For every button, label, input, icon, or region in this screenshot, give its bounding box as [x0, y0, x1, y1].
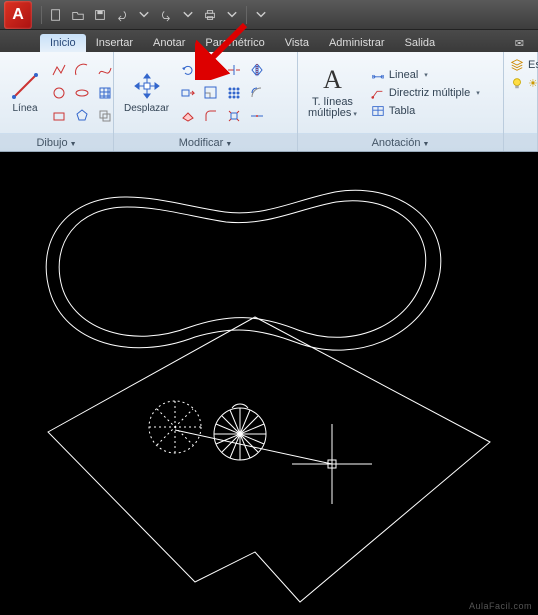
linear-dim-icon	[371, 68, 385, 82]
tab-vista[interactable]: Vista	[275, 34, 319, 52]
move-button[interactable]: Desplazar	[118, 69, 175, 116]
ribbon: Línea Dibujo▼ Desplazar	[0, 52, 538, 152]
tab-anotar[interactable]: Anotar	[143, 34, 195, 52]
print-icon[interactable]	[200, 5, 220, 25]
dibujo-small-tools	[48, 59, 116, 127]
redo-icon[interactable]	[156, 5, 176, 25]
mtext-button[interactable]: A T. líneasmúltiples▾	[302, 63, 363, 122]
panel-dibujo: Línea Dibujo▼	[0, 52, 114, 151]
new-icon[interactable]	[46, 5, 66, 25]
layers-icon	[510, 58, 524, 72]
multileader-icon	[371, 86, 385, 100]
undo-dropdown-icon[interactable]	[134, 5, 154, 25]
spline-icon[interactable]	[94, 59, 116, 81]
panel-title-modificar[interactable]: Modificar▼	[114, 133, 297, 151]
ellipse-icon[interactable]	[71, 82, 93, 104]
qat-customize-icon[interactable]	[251, 5, 271, 25]
polygon-icon[interactable]	[71, 105, 93, 127]
mail-icon[interactable]: ✉	[509, 35, 530, 52]
tab-administrar[interactable]: Administrar	[319, 34, 395, 52]
fillet-icon[interactable]	[200, 105, 222, 127]
open-icon[interactable]	[68, 5, 88, 25]
mirror-icon[interactable]	[246, 59, 268, 81]
trim-icon[interactable]	[223, 59, 245, 81]
linear-dim-button[interactable]: Lineal▾	[367, 67, 484, 83]
line-button[interactable]: Línea	[4, 69, 46, 116]
table-button[interactable]: Tabla	[367, 103, 484, 119]
array-icon[interactable]	[223, 82, 245, 104]
offset-icon[interactable]	[246, 82, 268, 104]
drawing-canvas[interactable]: Precise segundo punto o <usar pr AulaFac…	[0, 152, 538, 615]
arc-icon[interactable]	[71, 59, 93, 81]
modificar-small-tools	[177, 59, 268, 127]
erase-icon[interactable]	[177, 105, 199, 127]
save-icon[interactable]	[90, 5, 110, 25]
move-label: Desplazar	[124, 103, 169, 114]
explode-icon[interactable]	[223, 105, 245, 127]
panel-title-dibujo[interactable]: Dibujo▼	[0, 133, 113, 151]
hatch-icon[interactable]	[94, 82, 116, 104]
undo-icon[interactable]	[112, 5, 132, 25]
line-icon	[10, 71, 40, 101]
tab-inicio[interactable]: Inicio	[40, 34, 86, 52]
tab-insertar[interactable]: Insertar	[86, 34, 143, 52]
circle-icon[interactable]	[48, 82, 70, 104]
table-icon	[371, 104, 385, 118]
line-label: Línea	[12, 103, 37, 114]
layer-props-button[interactable]: Estac	[510, 58, 538, 72]
copy-icon[interactable]	[200, 59, 222, 81]
ribbon-tabs: Inicio Insertar Anotar Paramétrico Vista…	[0, 30, 538, 52]
polyline-icon[interactable]	[48, 59, 70, 81]
bulb-button[interactable]: ☀	[510, 76, 538, 90]
panel-modificar: Desplazar Modificar▼	[114, 52, 298, 151]
panel-title-right	[504, 133, 537, 151]
bulb-icon	[510, 76, 524, 90]
panel-title-anotacion[interactable]: Anotación▼	[298, 133, 503, 151]
panel-anotacion: A T. líneasmúltiples▾ Lineal▾ Directriz …	[298, 52, 504, 151]
watermark: AulaFacil.com	[469, 601, 532, 611]
app-logo[interactable]: A	[4, 1, 32, 29]
drawing-content	[0, 152, 538, 615]
text-icon: A	[317, 65, 347, 95]
stretch-icon[interactable]	[177, 82, 199, 104]
tab-parametrico[interactable]: Paramétrico	[195, 34, 274, 52]
scale-icon[interactable]	[200, 82, 222, 104]
join-icon[interactable]	[246, 105, 268, 127]
multileader-button[interactable]: Directriz múltiple▾	[367, 85, 484, 101]
region-icon[interactable]	[94, 105, 116, 127]
rectangle-icon[interactable]	[48, 105, 70, 127]
tab-salida[interactable]: Salida	[395, 34, 446, 52]
mtext-label: T. líneasmúltiples▾	[308, 97, 357, 120]
rotate-icon[interactable]	[177, 59, 199, 81]
move-icon	[132, 71, 162, 101]
panel-right-cut: Estac ☀	[504, 52, 538, 151]
redo-dropdown-icon[interactable]	[178, 5, 198, 25]
print-dropdown-icon[interactable]	[222, 5, 242, 25]
quick-access-toolbar: A	[0, 0, 538, 30]
